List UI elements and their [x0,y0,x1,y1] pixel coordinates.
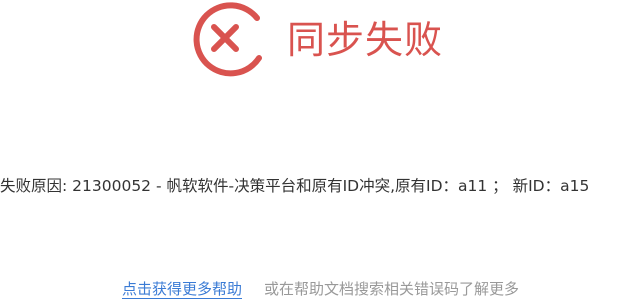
more-help-link[interactable]: 点击获得更多帮助 [121,280,242,299]
sync-failure-page: 同步失败 失败原因: 21300052 - 帆软软件-决策平台和原有ID冲突,原… [0,0,641,305]
status-title: 同步失败 [287,18,444,62]
status-header: 同步失败 [185,0,443,80]
failure-reason: 失败原因: 21300052 - 帆软软件-决策平台和原有ID冲突,原有ID：a… [0,177,590,195]
help-footer: 点击获得更多帮助 或在帮助文档搜索相关错误码了解更多 [0,278,641,300]
help-hint-text: 或在帮助文档搜索相关错误码了解更多 [264,280,520,298]
close-circle-icon [193,2,262,77]
